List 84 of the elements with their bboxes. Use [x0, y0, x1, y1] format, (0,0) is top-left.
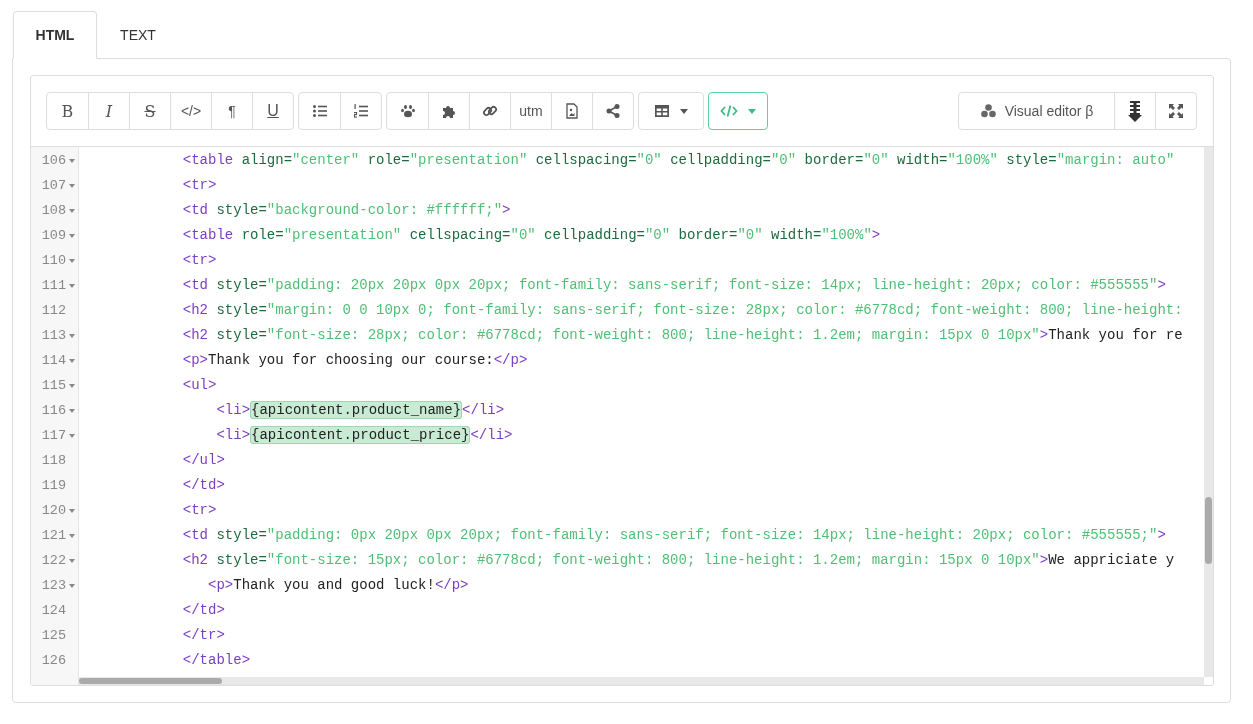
line-number: 124 — [41, 603, 66, 618]
line-number: 116 — [41, 403, 66, 418]
table-icon — [654, 103, 670, 119]
fold-toggle-icon[interactable] — [69, 333, 75, 338]
fold-toggle-icon[interactable] — [69, 233, 75, 238]
line-number: 111 — [41, 278, 66, 293]
toolbar-button[interactable]: I — [88, 93, 129, 129]
toolbar-button[interactable]: S — [129, 93, 170, 129]
fold-toggle-icon[interactable] — [69, 433, 75, 438]
puzzle-icon — [441, 103, 457, 119]
fold-toggle-icon[interactable] — [69, 208, 75, 213]
line-number: 119 — [41, 478, 66, 493]
line-number: 106 — [41, 153, 66, 168]
code-line: <li>{apicontent.product_name}</li> — [215, 400, 505, 421]
toolbar-button[interactable]: </> — [170, 93, 211, 129]
horizontal-scrollbar[interactable] — [79, 677, 1204, 685]
fold-toggle-icon[interactable] — [69, 583, 75, 588]
line-number: 120 — [41, 503, 66, 518]
code-line: <tr> — [181, 176, 217, 195]
code-line: <tr> — [181, 251, 217, 270]
code-line: <table align="center" role="presentation" cellspacing="0" cellpadding="0" border="0" width="100%" style="margin: auto" — [181, 151, 1175, 170]
line-number: 107 — [41, 178, 66, 193]
code-line: </tr> — [181, 626, 225, 645]
code-line: </td> — [181, 476, 225, 495]
link-icon — [482, 103, 498, 119]
fold-toggle-icon[interactable] — [69, 358, 75, 363]
line-number: 117 — [41, 428, 66, 443]
fold-toggle-icon[interactable] — [69, 408, 75, 413]
fold-toggle-icon[interactable] — [69, 183, 75, 188]
code-line: </table> — [181, 651, 251, 670]
vertical-scrollbar[interactable] — [1204, 147, 1213, 677]
fold-toggle-icon[interactable] — [69, 283, 75, 288]
code-line: <ul> — [181, 376, 217, 395]
line-number: 108 — [41, 203, 66, 218]
fold-toggle-icon[interactable] — [69, 258, 75, 263]
code-line: <td style="background-color: #ffffff;"> — [181, 201, 511, 220]
paw-icon — [399, 103, 416, 119]
line-number: 125 — [41, 628, 66, 643]
code-line: <li>{apicontent.product_price}</li> — [215, 425, 513, 446]
line-number: 109 — [41, 228, 66, 243]
line-number: 122 — [41, 553, 66, 568]
numbered-list-icon — [353, 103, 369, 119]
fold-toggle-icon[interactable] — [69, 158, 75, 163]
line-number: 114 — [41, 353, 66, 368]
toolbar-button[interactable]: utm — [510, 93, 551, 129]
tab[interactable]: HTML — [13, 11, 97, 59]
line-number: 112 — [41, 303, 66, 318]
line-number: 110 — [41, 253, 66, 268]
line-number: 121 — [41, 528, 66, 543]
fold-toggle-icon[interactable] — [69, 533, 75, 538]
code-line: <td style="padding: 20px 20px 0px 20px; font-family: sans-serif; font-size: 14px; line-height: 20px; color: #555555"> — [181, 276, 1166, 295]
code-line: <h2 style="font-size: 15px; color: #6778cd; font-weight: 800; line-height: 1.2em; margin: 15px 0 10px">We appriciate y — [181, 551, 1175, 570]
code-line: <h2 style="font-size: 28px; color: #6778cd; font-weight: 800; line-height: 1.2em; margin: 15px 0 10px">Thank you for re — [181, 326, 1183, 345]
code-line: <table role="presentation" cellspacing="0" cellpadding="0" border="0" width="100%"> — [181, 226, 881, 245]
code-line: </ul> — [181, 451, 225, 470]
toolbar-button[interactable]: B — [47, 93, 88, 129]
line-number: 126 — [41, 653, 66, 668]
arrow-down-icon — [1128, 100, 1142, 122]
cubes-icon — [979, 103, 997, 119]
code-line: <p>Thank you for choosing our course:</p> — [181, 351, 528, 370]
share-icon — [605, 103, 621, 119]
fold-toggle-icon[interactable] — [69, 508, 75, 513]
image-file-icon — [564, 103, 580, 119]
line-number: 123 — [41, 578, 66, 593]
bullet-list-icon — [311, 103, 328, 119]
tab[interactable]: TEXT — [98, 11, 178, 58]
caret-icon — [748, 108, 756, 114]
line-number: 118 — [41, 453, 66, 468]
code-line: <p>Thank you and good luck!</p> — [207, 576, 469, 595]
template-variable: {apicontent.product_price} — [250, 426, 471, 444]
code-line: <tr> — [181, 501, 217, 520]
line-number: 113 — [41, 328, 66, 343]
code-line: <td style="padding: 0px 20px 0px 20px; font-family: sans-serif; font-size: 14px; line-height: 20px; color: #555555;"> — [181, 526, 1166, 545]
code-view-icon — [720, 103, 738, 119]
template-variable: {apicontent.product_name} — [250, 401, 463, 419]
code-line: </td> — [181, 601, 225, 620]
fold-toggle-icon[interactable] — [69, 383, 75, 388]
fullscreen-icon — [1169, 104, 1183, 118]
toolbar-button[interactable]: ¶ — [211, 93, 252, 129]
code-line: <h2 style="margin: 0 0 10px 0; font-family: sans-serif; font-size: 28px; color: #6778cd; font-weight: 800; line-height: — [181, 301, 1183, 320]
fold-toggle-icon[interactable] — [69, 558, 75, 563]
toolbar-button[interactable]: U — [252, 93, 293, 129]
line-number: 115 — [41, 378, 66, 393]
caret-icon — [680, 108, 688, 114]
